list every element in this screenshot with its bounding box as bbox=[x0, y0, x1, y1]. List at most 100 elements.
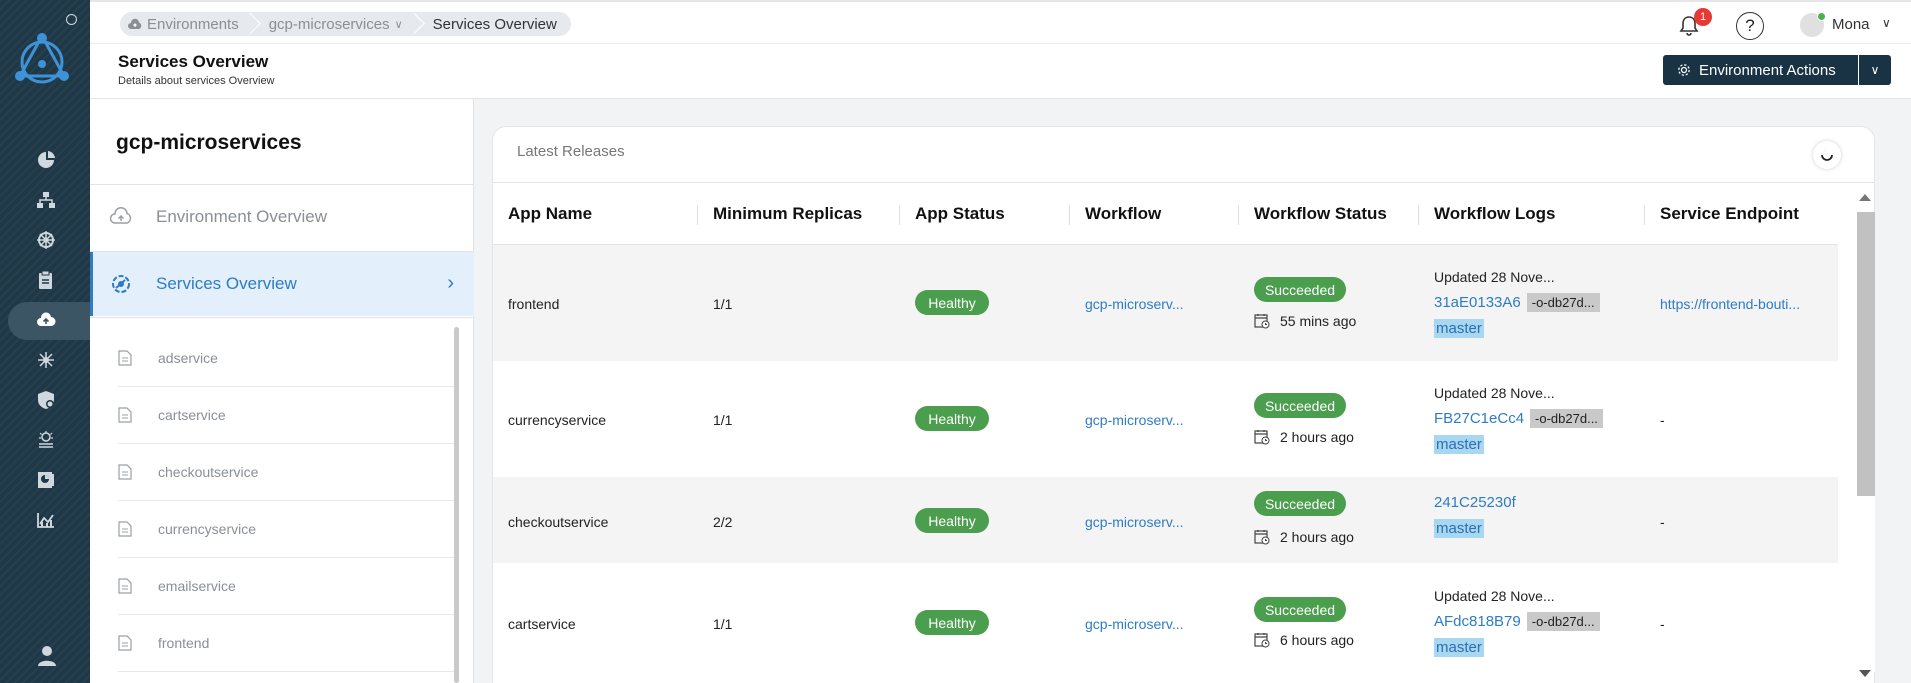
workflow-updated: Updated 28 Nove... bbox=[1434, 269, 1555, 285]
service-item-checkoutservice[interactable]: checkoutservice bbox=[118, 444, 454, 501]
nav-services-overview[interactable]: Services Overview › bbox=[90, 252, 474, 316]
calendar-clock-icon bbox=[1254, 430, 1270, 445]
app-name: frontend bbox=[508, 296, 560, 312]
workflow-link[interactable]: gcp-microserv... bbox=[1085, 296, 1184, 312]
replicas: 1/1 bbox=[713, 412, 733, 428]
table-scrollbar[interactable] bbox=[1853, 190, 1875, 683]
environment-actions-button[interactable]: Environment Actions ∨ bbox=[1663, 55, 1891, 85]
bar-chart-icon[interactable] bbox=[36, 510, 56, 530]
workflow-link[interactable]: gcp-microserv... bbox=[1085, 514, 1184, 530]
workflow-link[interactable]: gcp-microserv... bbox=[1085, 412, 1184, 428]
status-badge: Healthy bbox=[915, 508, 989, 533]
commit-hash: -o-db27d... bbox=[1530, 409, 1603, 428]
service-item-currencyservice[interactable]: currencyservice bbox=[118, 501, 454, 558]
commit-hash: -o-db27d... bbox=[1526, 293, 1600, 312]
breadcrumb-separator bbox=[411, 12, 421, 36]
commit-link[interactable]: 31aE0133A6 bbox=[1434, 294, 1521, 311]
chart-book-icon[interactable] bbox=[36, 470, 56, 490]
document-icon bbox=[118, 635, 132, 651]
branch-tag[interactable]: master bbox=[1434, 435, 1484, 454]
column-header-workflow-status[interactable]: Workflow Status bbox=[1254, 183, 1387, 245]
commit-info: FB27C1eCc4 -o-db27d... bbox=[1434, 409, 1603, 428]
card-title: Latest Releases bbox=[517, 143, 625, 160]
shield-icon[interactable] bbox=[36, 390, 56, 410]
breadcrumb: Environments gcp-microservices ∨ Service… bbox=[120, 12, 571, 36]
workflow-time: 2 hours ago bbox=[1280, 529, 1354, 545]
table-row: frontend 1/1 Healthy gcp-microserv... Su… bbox=[493, 245, 1838, 361]
app-name: cartservice bbox=[508, 616, 576, 632]
chevron-down-icon: ∨ bbox=[394, 18, 403, 31]
avatar[interactable] bbox=[1800, 12, 1826, 37]
column-header-min-replicas[interactable]: Minimum Replicas bbox=[713, 183, 862, 245]
nav-environment-overview[interactable]: Environment Overview bbox=[90, 185, 474, 249]
scroll-up-arrow-icon[interactable] bbox=[1859, 194, 1871, 201]
commit-link[interactable]: 241C25230f bbox=[1434, 494, 1516, 511]
workflow-link[interactable]: gcp-microserv... bbox=[1085, 616, 1184, 632]
divider bbox=[90, 317, 474, 318]
service-endpoint-link[interactable]: https://frontend-bouti... bbox=[1660, 296, 1800, 312]
branch-tag[interactable]: master bbox=[1434, 319, 1484, 338]
chevron-down-icon[interactable]: ∨ bbox=[1882, 16, 1891, 30]
app-logo-icon[interactable] bbox=[12, 30, 72, 94]
pie-chart-icon[interactable] bbox=[36, 150, 56, 170]
service-endpoint: - bbox=[1660, 412, 1665, 428]
workflow-time: 55 mins ago bbox=[1280, 313, 1357, 329]
services-icon bbox=[112, 275, 130, 293]
chevron-down-icon: ∨ bbox=[1870, 63, 1880, 77]
breadcrumb-current: Services Overview bbox=[432, 15, 557, 33]
scroll-thumb[interactable] bbox=[1857, 212, 1875, 496]
workflow-status-badge: Succeeded bbox=[1254, 597, 1346, 622]
column-header-app-name[interactable]: App Name bbox=[508, 183, 592, 245]
refresh-button[interactable] bbox=[1813, 141, 1841, 169]
column-separator bbox=[1069, 205, 1070, 225]
column-separator bbox=[899, 205, 900, 225]
column-header-workflow-logs[interactable]: Workflow Logs bbox=[1434, 183, 1556, 245]
document-icon bbox=[118, 521, 132, 537]
cloud-upload-icon[interactable] bbox=[36, 310, 56, 330]
online-status-icon bbox=[1817, 12, 1826, 21]
environment-actions-main[interactable]: Environment Actions bbox=[1663, 55, 1859, 85]
top-bar: Environments gcp-microservices ∨ Service… bbox=[90, 0, 1911, 44]
environment-name: gcp-microservices bbox=[116, 131, 302, 154]
column-header-app-status[interactable]: App Status bbox=[915, 183, 1005, 245]
commit-hash: -o-db27d... bbox=[1526, 612, 1600, 631]
service-item-frontend[interactable]: frontend bbox=[118, 615, 454, 672]
user-name[interactable]: Mona bbox=[1832, 16, 1870, 33]
table-row: currencyservice 1/1 Healthy gcp-microser… bbox=[493, 361, 1838, 477]
helm-icon[interactable] bbox=[36, 430, 56, 450]
replicas: 1/1 bbox=[713, 616, 733, 632]
environment-actions-dropdown[interactable]: ∨ bbox=[1859, 63, 1891, 77]
replicas: 2/2 bbox=[713, 514, 733, 530]
column-header-workflow[interactable]: Workflow bbox=[1085, 183, 1161, 245]
service-item-emailservice[interactable]: emailservice bbox=[118, 558, 454, 615]
table-header: App Name Minimum Replicas App Status Wor… bbox=[493, 183, 1838, 245]
commit-link[interactable]: FB27C1eCc4 bbox=[1434, 410, 1524, 427]
breadcrumb-environment-select[interactable]: gcp-microservices ∨ bbox=[269, 16, 403, 33]
replicas: 1/1 bbox=[713, 296, 733, 312]
app-name: currencyservice bbox=[508, 412, 607, 428]
service-item-cartservice[interactable]: cartservice bbox=[118, 387, 454, 444]
user-icon[interactable] bbox=[38, 645, 56, 667]
helm-wheel-icon[interactable] bbox=[36, 230, 56, 250]
commit-link[interactable]: AFdc818B79 bbox=[1434, 613, 1521, 630]
column-header-service-endpoint[interactable]: Service Endpoint bbox=[1660, 183, 1799, 245]
help-button[interactable]: ? bbox=[1736, 12, 1764, 40]
gear-icon bbox=[1678, 64, 1690, 76]
branch-tag[interactable]: master bbox=[1434, 638, 1484, 657]
clipboard-icon[interactable] bbox=[36, 270, 56, 290]
document-icon bbox=[118, 407, 132, 423]
commit-info: 31aE0133A6 -o-db27d... bbox=[1434, 293, 1600, 312]
branch-tag[interactable]: master bbox=[1434, 519, 1484, 538]
scroll-down-arrow-icon[interactable] bbox=[1859, 670, 1871, 677]
refresh-icon bbox=[1821, 149, 1833, 161]
services-scrollbar[interactable] bbox=[454, 327, 459, 683]
workflow-updated: Updated 28 Nove... bbox=[1434, 385, 1555, 401]
service-item-adservice[interactable]: adservice bbox=[118, 330, 454, 387]
page-title: Services Overview bbox=[118, 52, 269, 71]
environment-panel: gcp-microservices Environment Overview S… bbox=[90, 99, 474, 683]
app-name: checkoutservice bbox=[508, 514, 609, 530]
hierarchy-icon[interactable] bbox=[36, 190, 56, 210]
cluster-icon[interactable] bbox=[36, 350, 56, 370]
cloud-upload-icon bbox=[128, 18, 142, 29]
breadcrumb-environments[interactable]: Environments bbox=[128, 16, 239, 33]
